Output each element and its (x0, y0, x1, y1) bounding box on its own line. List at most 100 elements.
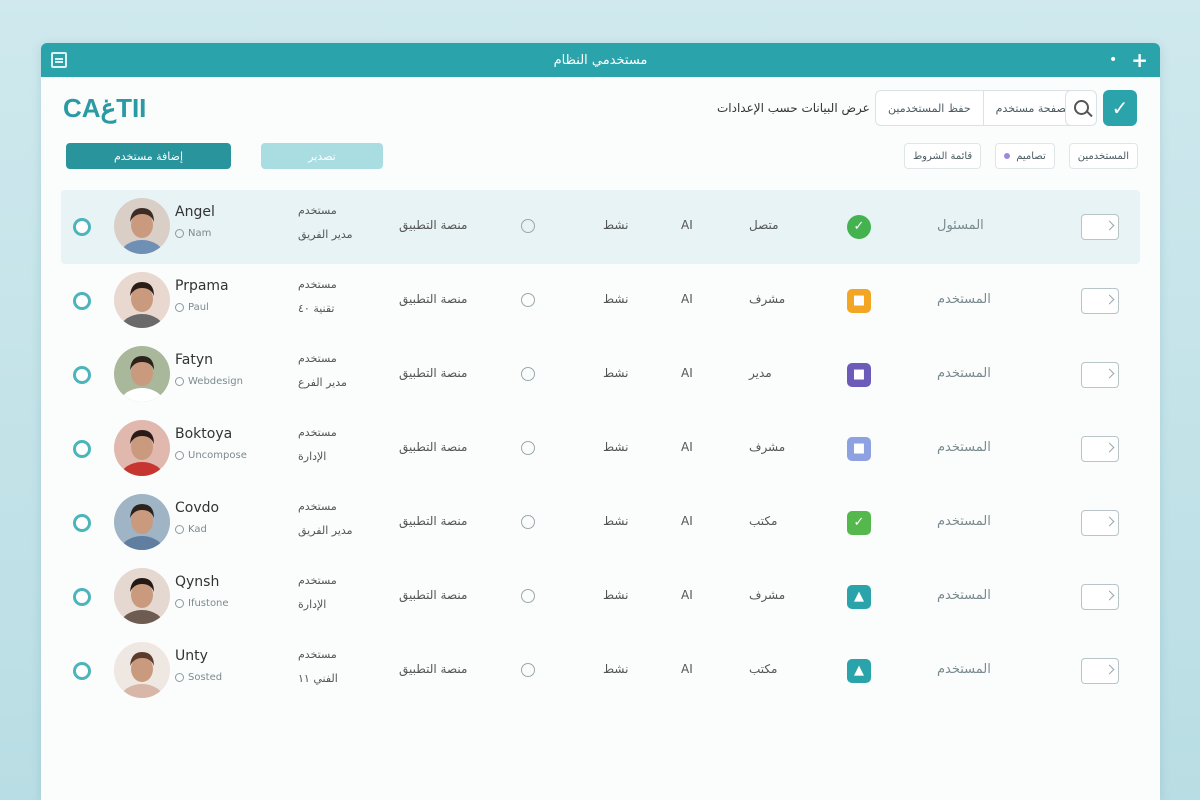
active-cell: نشط (603, 588, 629, 602)
position-cell: مشرف (749, 440, 786, 454)
filter-chip-designs[interactable]: تصاميم (995, 143, 1055, 169)
position-cell: مشرف (749, 588, 786, 602)
row-radio[interactable] (73, 588, 91, 606)
row-radio[interactable] (73, 292, 91, 310)
info-icon (175, 525, 184, 534)
row-option-icon[interactable] (521, 219, 535, 233)
row-radio[interactable] (73, 662, 91, 680)
table-row[interactable]: Prpama Paul مستخدم تقنية ٤٠ منصة التطبيق… (41, 264, 1160, 338)
table-row[interactable]: Boktoya Uncompose مستخدم الإدارة منصة ال… (41, 412, 1160, 486)
filter-chip-label: المستخدمين (1077, 150, 1129, 162)
toolbar: CAغTII عرض البيانات حسب الإعدادات حفظ ال… (41, 77, 1160, 137)
user-subtitle: Webdesign (175, 376, 243, 387)
menu-icon[interactable] (51, 52, 67, 68)
table-row[interactable]: Fatyn Webdesign مستخدم مدير الفرع منصة ا… (41, 338, 1160, 412)
title-bar: مستخدمي النظام • + (41, 43, 1160, 77)
table-row[interactable]: Angel Nam مستخدم مدير الفريق منصة التطبي… (61, 190, 1140, 264)
message-icon[interactable] (1081, 658, 1119, 684)
toolbar-hint: عرض البيانات حسب الإعدادات (717, 101, 870, 115)
row-option-icon[interactable] (521, 663, 535, 677)
platform-cell: منصة التطبيق (399, 218, 468, 232)
avatar (114, 568, 170, 624)
export-button[interactable]: تصدير (261, 143, 383, 169)
info-icon (175, 451, 184, 460)
user-name: Qynsh (175, 574, 220, 590)
ai-cell: AI (681, 440, 693, 454)
minimize-icon[interactable]: • (1109, 51, 1117, 69)
message-icon[interactable] (1081, 436, 1119, 462)
avatar (114, 420, 170, 476)
table-row[interactable]: Qynsh Ifustone مستخدم الإدارة منصة التطب… (41, 560, 1160, 634)
row-radio[interactable] (73, 218, 91, 236)
status-badge: ✓ (847, 215, 871, 239)
message-icon[interactable] (1081, 288, 1119, 314)
user-type: مستخدم (298, 574, 337, 587)
user-subtitle-text: Kad (188, 524, 207, 535)
row-option-icon[interactable] (521, 293, 535, 307)
filter-chips: قائمة الشروط تصاميم المستخدمين (903, 143, 1138, 169)
user-role: تقنية ٤٠ (298, 302, 335, 315)
add-window-icon[interactable]: + (1131, 50, 1148, 70)
avatar (114, 494, 170, 550)
row-radio[interactable] (73, 440, 91, 458)
user-type: مستخدم (298, 352, 337, 365)
position-cell: مكتب (749, 514, 778, 528)
filter-chip-label: قائمة الشروط (912, 150, 973, 162)
row-option-icon[interactable] (521, 589, 535, 603)
user-list: Angel Nam مستخدم مدير الفريق منصة التطبي… (41, 190, 1160, 708)
role-cell: المستخدم (937, 366, 991, 381)
table-row[interactable]: Covdo Kad مستخدم مدير الفريق منصة التطبي… (41, 486, 1160, 560)
table-row[interactable]: Unty Sosted مستخدم الفني ١١ منصة التطبيق… (41, 634, 1160, 708)
user-type: مستخدم (298, 204, 337, 217)
platform-cell: منصة التطبيق (399, 366, 468, 380)
info-icon (175, 673, 184, 682)
filter-chip-conditions[interactable]: قائمة الشروط (903, 143, 982, 169)
status-badge: ▲ (847, 585, 871, 609)
row-option-icon[interactable] (521, 441, 535, 455)
user-subtitle: Ifustone (175, 598, 229, 609)
user-role: الإدارة (298, 598, 327, 611)
message-icon[interactable] (1081, 510, 1119, 536)
color-dot-icon (1004, 153, 1011, 159)
row-option-icon[interactable] (521, 367, 535, 381)
user-type: مستخدم (298, 500, 337, 513)
user-type: مستخدم (298, 648, 337, 661)
user-subtitle: Sosted (175, 672, 222, 683)
add-user-button[interactable]: إضافة مستخدم (66, 143, 231, 169)
ai-cell: AI (681, 366, 693, 380)
user-subtitle-text: Paul (188, 302, 209, 313)
search-icon[interactable] (1065, 90, 1097, 126)
user-name: Prpama (175, 278, 229, 294)
active-cell: نشط (603, 662, 629, 676)
filter-chip-users[interactable]: المستخدمين (1068, 143, 1138, 169)
position-cell: مدير (749, 366, 772, 380)
window-title: مستخدمي النظام (553, 52, 648, 68)
info-icon (175, 303, 184, 312)
user-subtitle: Paul (175, 302, 209, 313)
avatar (114, 346, 170, 402)
status-badge: ■ (847, 363, 871, 387)
message-icon[interactable] (1081, 214, 1119, 240)
ai-cell: AI (681, 514, 693, 528)
row-radio[interactable] (73, 514, 91, 532)
row-radio[interactable] (73, 366, 91, 384)
check-icon[interactable]: ✓ (1103, 90, 1137, 126)
ai-cell: AI (681, 218, 693, 232)
active-cell: نشط (603, 218, 629, 232)
user-subtitle: Nam (175, 228, 211, 239)
user-role: الإدارة (298, 450, 327, 463)
user-subtitle-text: Webdesign (188, 376, 243, 387)
platform-cell: منصة التطبيق (399, 588, 468, 602)
avatar (114, 198, 170, 254)
seg-button-1[interactable]: حفظ المستخدمين (876, 91, 984, 125)
row-option-icon[interactable] (521, 515, 535, 529)
message-icon[interactable] (1081, 584, 1119, 610)
ai-cell: AI (681, 292, 693, 306)
status-badge: ▲ (847, 659, 871, 683)
status-badge: ■ (847, 289, 871, 313)
user-type: مستخدم (298, 278, 337, 291)
user-name: Unty (175, 648, 208, 664)
role-cell: المستخدم (937, 514, 991, 529)
active-cell: نشط (603, 514, 629, 528)
message-icon[interactable] (1081, 362, 1119, 388)
